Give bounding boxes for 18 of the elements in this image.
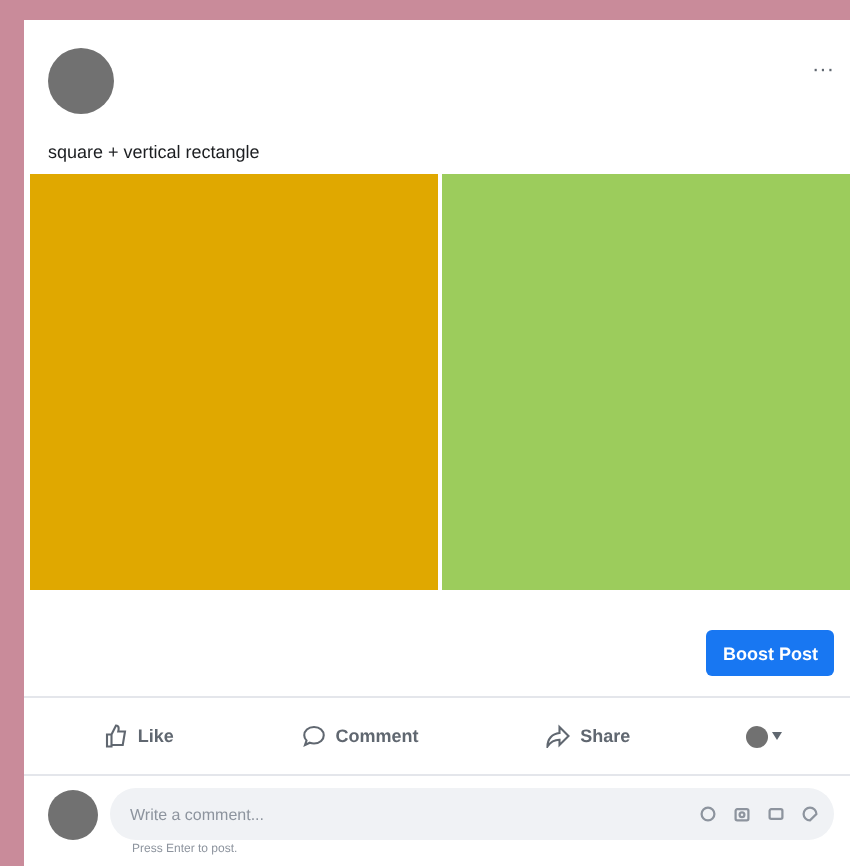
comment-field[interactable]: Write a comment... <box>110 788 834 840</box>
sticker-icon[interactable] <box>802 806 818 822</box>
boost-post-button[interactable]: Boost Post <box>706 630 834 676</box>
action-button[interactable]: Comment <box>289 722 431 750</box>
profile-avatar <box>48 48 114 114</box>
caret-icon <box>772 732 783 740</box>
thumbs-up-icon <box>103 724 128 748</box>
share-arrow-icon <box>546 724 571 748</box>
speech-bubble-icon <box>301 724 326 748</box>
action-button[interactable]: Like <box>91 722 186 750</box>
user-avatar <box>48 789 98 839</box>
post-caption: square + vertical rectangle <box>46 140 262 166</box>
comment-input[interactable]: Write a comment... <box>126 803 700 825</box>
audience-selector[interactable] <box>746 725 783 747</box>
camera-icon[interactable] <box>734 806 750 822</box>
action-button[interactable]: Share <box>534 722 643 750</box>
emoji-icon[interactable] <box>700 806 716 822</box>
more-options[interactable]: ··· <box>812 56 834 116</box>
